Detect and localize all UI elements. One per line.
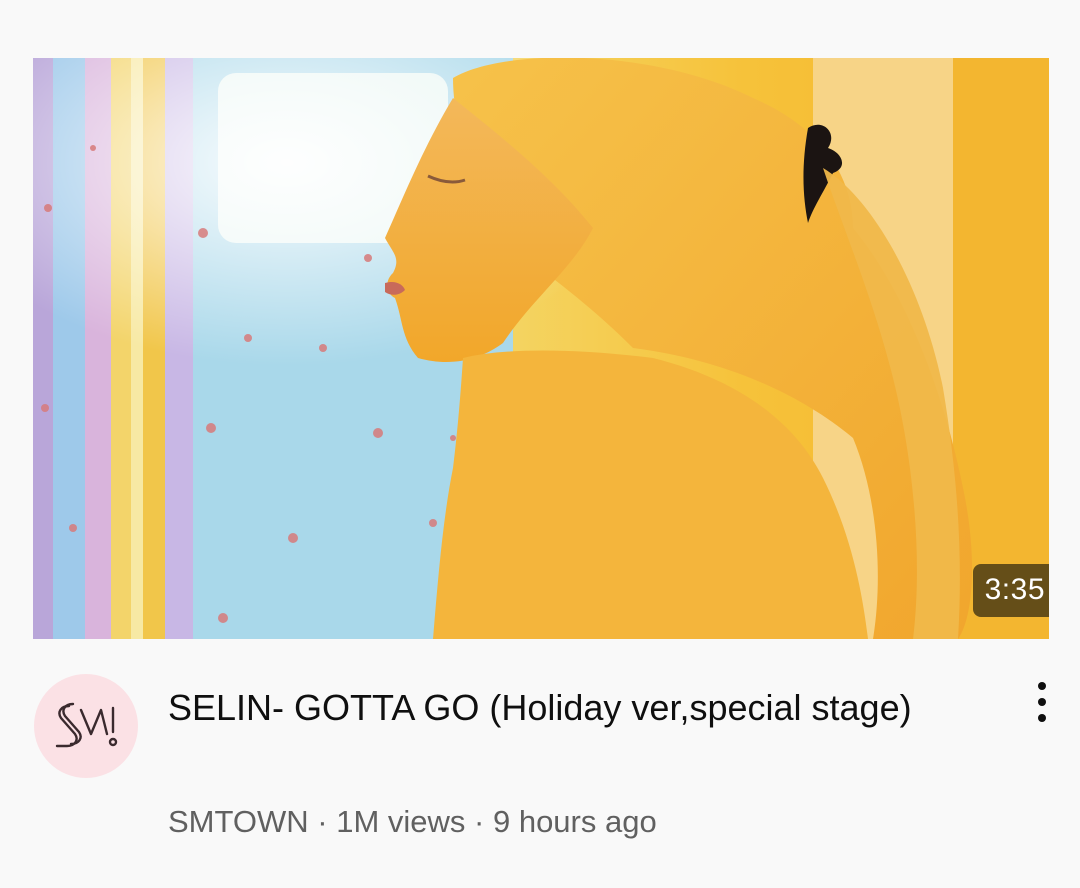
more-vert-icon: [1038, 682, 1046, 690]
channel-name[interactable]: SMTOWN: [168, 804, 309, 839]
video-feed-item: 3:35 SELIN- GOTTA GO (Holiday ver,specia…: [0, 0, 1080, 888]
more-options-button[interactable]: [1022, 680, 1062, 724]
view-count: 1M views: [336, 804, 466, 839]
video-thumbnail[interactable]: 3:35: [33, 58, 1049, 639]
thumbnail-image: [33, 58, 1049, 639]
duration-badge: 3:35: [972, 564, 1049, 617]
sm-logo-icon: [55, 702, 118, 748]
video-title[interactable]: SELIN- GOTTA GO (Holiday ver,special sta…: [168, 680, 928, 735]
meta-separator: ·: [465, 804, 493, 839]
more-vert-dot: [1038, 698, 1046, 706]
channel-avatar[interactable]: [34, 674, 138, 778]
more-vert-dot: [1038, 714, 1046, 722]
video-metadata: SMTOWN · 1M views · 9 hours ago: [168, 803, 657, 841]
upload-age: 9 hours ago: [492, 804, 657, 839]
meta-separator: ·: [308, 804, 337, 839]
